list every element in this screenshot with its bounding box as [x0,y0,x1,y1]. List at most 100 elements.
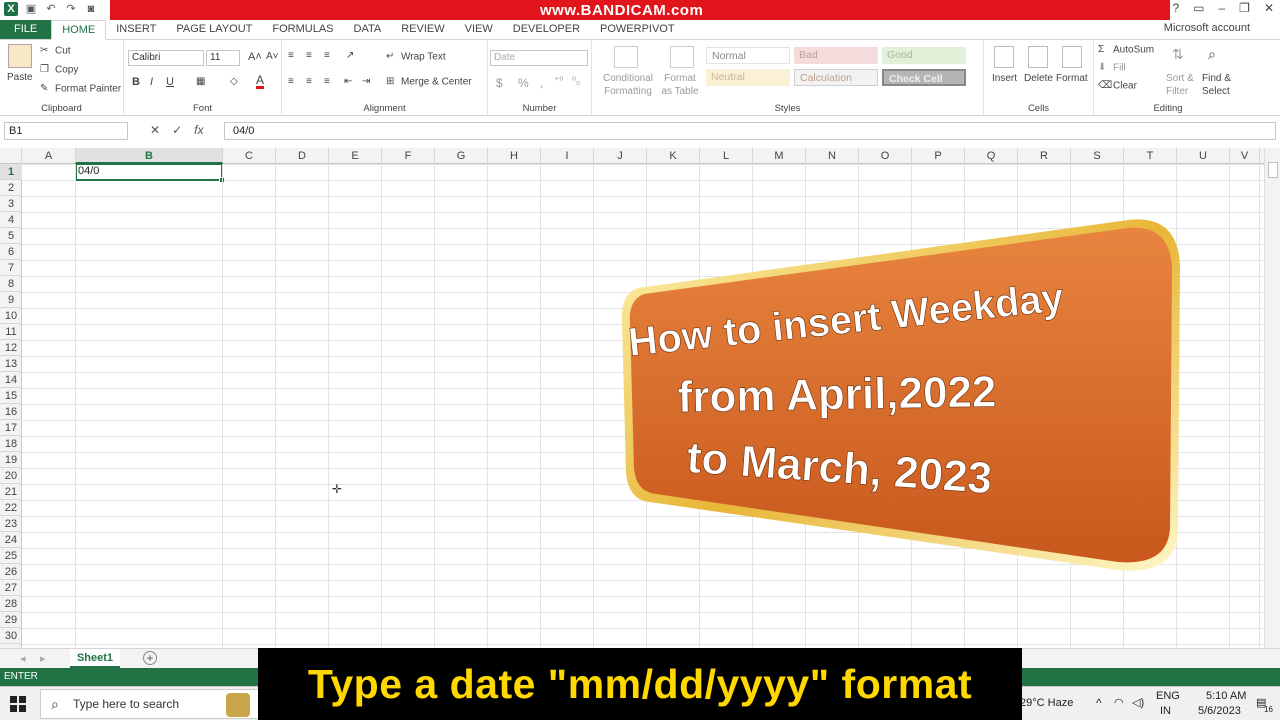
close-icon[interactable]: ✕ [1264,1,1274,15]
row-header-20[interactable]: 20 [0,468,22,484]
column-header-n[interactable]: N [806,148,859,164]
column-header-v[interactable]: V [1230,148,1260,164]
minimize-icon[interactable]: – [1218,1,1225,15]
tab-developer[interactable]: DEVELOPER [503,20,590,39]
format-cells-button[interactable]: Format [1056,73,1088,84]
column-header-g[interactable]: G [435,148,488,164]
row-header-22[interactable]: 22 [0,500,22,516]
active-cell-b1[interactable]: 04/0 [75,163,225,183]
fill-color-icon[interactable]: ◇ [230,76,238,87]
select-all-corner[interactable] [0,148,22,164]
format-cells-icon[interactable] [1062,46,1082,68]
row-header-26[interactable]: 26 [0,564,22,580]
font-name-select[interactable]: Calibri [128,50,204,66]
sort-filter-icon[interactable]: ⇅ [1172,46,1184,63]
help-icon[interactable]: ? [1172,1,1179,15]
style-neutral[interactable]: Neutral [706,69,790,86]
row-header-21[interactable]: 21 [0,484,22,500]
row-header-16[interactable]: 16 [0,404,22,420]
clear-button[interactable]: ⌫Clear [1098,80,1137,92]
increase-decimal-icon[interactable]: ⁺⁰ [554,76,563,87]
orientation-icon[interactable]: ↗ [346,50,354,61]
column-header-u[interactable]: U [1177,148,1230,164]
formula-input[interactable]: 04/0 [224,122,1276,140]
column-header-b[interactable]: B [76,148,223,164]
style-bad[interactable]: Bad [794,47,878,64]
row-header-18[interactable]: 18 [0,436,22,452]
tab-insert[interactable]: INSERT [106,20,166,39]
chevron-up-icon[interactable]: ^ [1096,696,1102,710]
style-normal[interactable]: Normal [706,47,790,64]
tab-page-layout[interactable]: PAGE LAYOUT [166,20,262,39]
tab-file[interactable]: FILE [0,20,52,39]
format-as-table-button[interactable]: Format as Table [658,72,702,98]
font-size-select[interactable]: 11 [206,50,240,66]
wifi-icon[interactable]: ◠ [1114,696,1124,709]
comma-icon[interactable]: , [540,76,543,90]
column-header-d[interactable]: D [276,148,329,164]
column-header-i[interactable]: I [541,148,594,164]
delete-cells-button[interactable]: Delete [1024,73,1053,84]
language-text[interactable]: ENG [1156,690,1180,702]
align-right-icon[interactable]: ≡ [324,76,330,87]
app-icon[interactable] [226,693,250,717]
insert-cells-icon[interactable] [994,46,1014,68]
row-header-27[interactable]: 27 [0,580,22,596]
wrap-text-button[interactable]: ↵ Wrap Text [386,51,446,63]
row-header-15[interactable]: 15 [0,388,22,404]
tab-data[interactable]: DATA [344,20,392,39]
row-header-12[interactable]: 12 [0,340,22,356]
font-color-icon[interactable]: A [256,74,265,89]
enter-icon[interactable]: ✓ [172,123,182,137]
row-header-7[interactable]: 7 [0,260,22,276]
weather-text[interactable]: 29°C Haze [1020,697,1073,709]
align-bottom-icon[interactable]: ≡ [324,50,330,61]
delete-cells-icon[interactable] [1028,46,1048,68]
find-select-button[interactable]: Find & Select [1202,72,1240,98]
scroll-thumb[interactable] [1268,162,1278,178]
cut-button[interactable]: ✂ Cut [40,45,71,57]
style-calculation[interactable]: Calculation [794,69,878,86]
row-header-25[interactable]: 25 [0,548,22,564]
percent-icon[interactable]: % [518,76,529,90]
column-header-t[interactable]: T [1124,148,1177,164]
tab-powerpivot[interactable]: POWERPIVOT [590,20,685,39]
column-header-k[interactable]: K [647,148,700,164]
shrink-font-icon[interactable]: A˅ [266,51,279,62]
column-header-l[interactable]: L [700,148,753,164]
align-center-icon[interactable]: ≡ [306,76,312,87]
row-header-19[interactable]: 19 [0,452,22,468]
row-header-29[interactable]: 29 [0,612,22,628]
row-header-9[interactable]: 9 [0,292,22,308]
row-header-8[interactable]: 8 [0,276,22,292]
column-header-s[interactable]: S [1071,148,1124,164]
conditional-formatting-icon[interactable] [614,46,638,68]
underline-icon[interactable]: U [166,76,174,88]
tab-review[interactable]: REVIEW [391,20,454,39]
border-icon[interactable]: ▦ [196,76,205,87]
row-header-14[interactable]: 14 [0,372,22,388]
column-header-f[interactable]: F [382,148,435,164]
tab-formulas[interactable]: FORMULAS [262,20,343,39]
decrease-decimal-icon[interactable]: ⁰₀ [572,76,580,87]
windows-start-icon[interactable] [10,696,26,712]
ribbon-display-icon[interactable]: ▭ [1193,1,1204,15]
redo-icon[interactable]: ↷ [64,2,78,16]
autosum-button[interactable]: Σ AutoSum [1098,44,1154,56]
row-header-28[interactable]: 28 [0,596,22,612]
align-middle-icon[interactable]: ≡ [306,50,312,61]
row-header-6[interactable]: 6 [0,244,22,260]
paste-button[interactable]: Paste [7,72,33,83]
sheet-tab-sheet1[interactable]: Sheet1 [70,649,120,668]
column-header-j[interactable]: J [594,148,647,164]
increase-indent-icon[interactable]: ⇥ [362,76,370,87]
grow-font-icon[interactable]: A˄ [248,51,262,63]
tab-view[interactable]: VIEW [455,20,503,39]
copy-button[interactable]: ❐ Copy [40,64,78,76]
style-check-cell[interactable]: Check Cell [882,69,966,86]
italic-icon[interactable]: I [150,76,153,88]
paste-icon[interactable] [8,44,32,68]
tab-home[interactable]: HOME [51,20,107,40]
sort-filter-button[interactable]: Sort & Filter [1166,72,1198,98]
row-header-2[interactable]: 2 [0,180,22,196]
